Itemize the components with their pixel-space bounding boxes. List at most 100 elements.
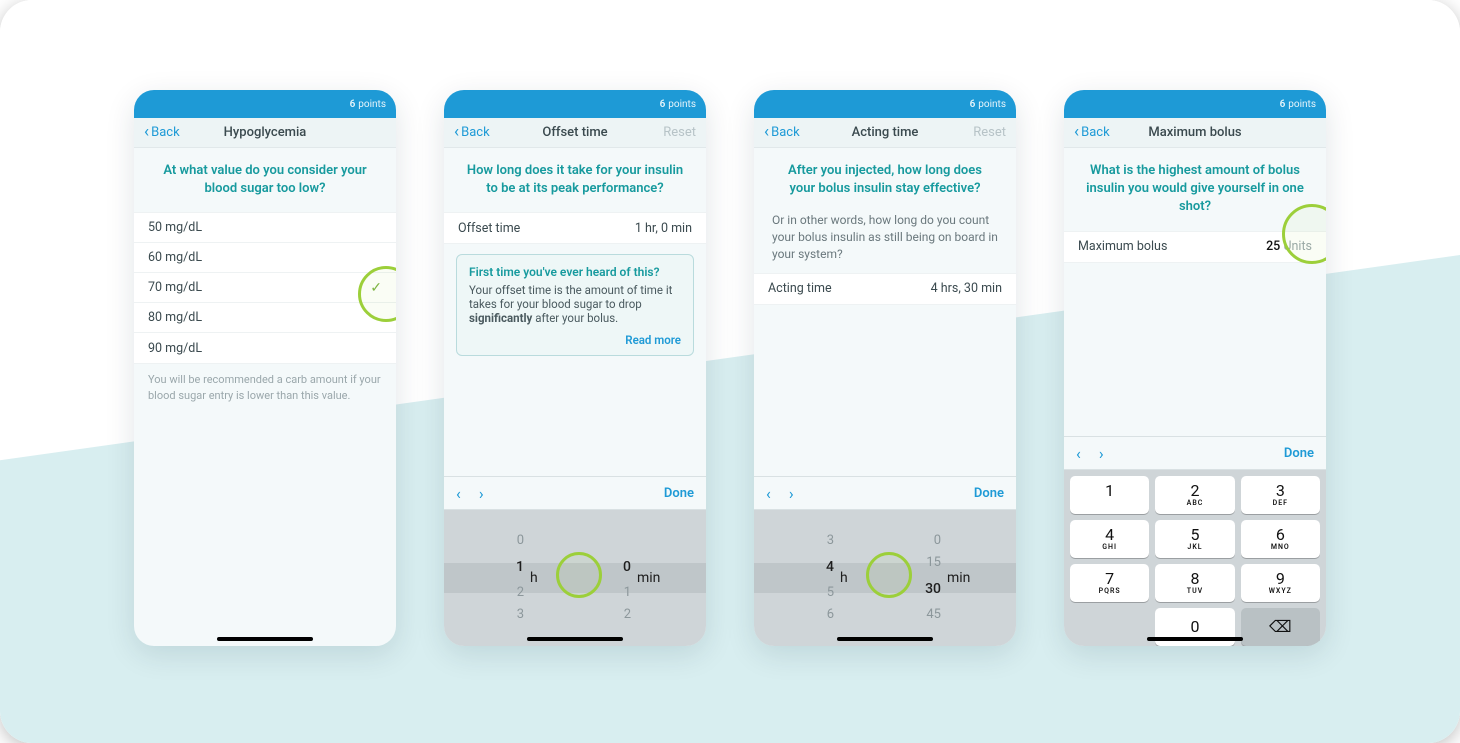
phone-offset-time: 6points ‹ Back Offset time Reset How lon… — [444, 90, 706, 646]
status-bar: 6points — [444, 90, 706, 118]
wheel-value: 0 — [483, 530, 524, 552]
option-row[interactable]: 60 mg/dL — [134, 243, 396, 273]
back-button[interactable]: ‹ Back — [454, 124, 490, 141]
question-text: How long does it take for your insulin t… — [444, 148, 706, 212]
reset-button[interactable]: Reset — [973, 125, 1006, 140]
checkmark-icon: ✓ — [370, 280, 382, 296]
back-button[interactable]: ‹ Back — [764, 124, 800, 141]
keypad-6[interactable]: 6MNO — [1241, 520, 1320, 558]
wheel-value: 6 — [793, 604, 834, 626]
option-row[interactable]: 50 mg/dL — [134, 213, 396, 243]
row-value: 4 hrs, 30 min — [931, 281, 1002, 296]
home-indicator — [527, 637, 623, 641]
hours-wheel[interactable]: 0 1 2 3 — [483, 530, 528, 626]
back-button[interactable]: ‹ Back — [144, 124, 180, 141]
numeric-keypad: 1 2ABC 3DEF 4GHI 5JKL 6MNO 7PQRS 8TUV 9W… — [1064, 470, 1326, 646]
row-value: 25 Units — [1266, 239, 1312, 254]
home-indicator — [1147, 637, 1243, 641]
accessory-arrows: ‹ › — [766, 484, 794, 503]
option-label: 80 mg/dL — [148, 310, 202, 325]
keypad-5[interactable]: 5JKL — [1155, 520, 1234, 558]
keypad-1[interactable]: 1 — [1070, 476, 1149, 514]
question-text: After you injected, how long does your b… — [754, 148, 1016, 212]
wheel-value: 45 — [900, 604, 941, 626]
accessory-arrows: ‹ › — [456, 484, 484, 503]
picker-columns: 3 4 5 6 h 0 15 30 45 min — [754, 510, 1016, 646]
accessory-arrows: ‹ › — [1076, 444, 1104, 463]
wheel-value: 2 — [590, 604, 631, 626]
sub-question-text: Or in other words, how long do you count… — [754, 212, 1016, 272]
hours-wheel[interactable]: 3 4 5 6 — [793, 530, 838, 626]
chevron-left-icon: ‹ — [1074, 124, 1079, 141]
points-value: 6 — [660, 99, 666, 110]
option-label: 70 mg/dL — [148, 280, 202, 295]
minutes-wheel[interactable]: 0 15 30 45 — [900, 530, 945, 626]
done-button[interactable]: Done — [664, 486, 694, 501]
input-accessory-bar: ‹ › Done — [1064, 436, 1326, 470]
backspace-icon: ⌫ — [1269, 619, 1292, 635]
read-more-link[interactable]: Read more — [469, 333, 681, 347]
nav-bar: ‹ Back Offset time Reset — [444, 118, 706, 148]
done-button[interactable]: Done — [974, 486, 1004, 501]
next-field-icon[interactable]: › — [479, 484, 484, 503]
info-card-body: Your offset time is the amount of time i… — [469, 283, 681, 325]
reset-button[interactable]: Reset — [663, 125, 696, 140]
prev-field-icon[interactable]: ‹ — [1076, 444, 1081, 463]
minutes-label: min — [947, 563, 977, 593]
phone-row: 6points ‹ Back Hypoglycemia At what valu… — [0, 90, 1460, 646]
wheel-value-selected: 1 — [483, 552, 524, 582]
points-value: 6 — [970, 99, 976, 110]
value-list: Acting time 4 hrs, 30 min — [754, 273, 1016, 305]
info-text: after your bolus. — [532, 311, 618, 325]
value-row[interactable]: Maximum bolus 25 Units — [1064, 232, 1326, 262]
option-row[interactable]: 90 mg/dL — [134, 333, 396, 363]
info-card-title: First time you've ever heard of this? — [469, 265, 681, 279]
back-button[interactable]: ‹ Back — [1074, 124, 1110, 141]
back-label: Back — [461, 125, 490, 140]
option-label: 50 mg/dL — [148, 220, 202, 235]
nav-bar: ‹ Back Maximum bolus — [1064, 118, 1326, 148]
prev-field-icon[interactable]: ‹ — [456, 484, 461, 503]
keypad-8[interactable]: 8TUV — [1155, 564, 1234, 602]
back-label: Back — [771, 125, 800, 140]
keypad-backspace[interactable]: ⌫ — [1241, 608, 1320, 646]
status-bar: 6points — [134, 90, 396, 118]
info-text: Your offset time is the amount of time i… — [469, 283, 672, 311]
options-list: 50 mg/dL 60 mg/dL 70 mg/dL ✓ 80 mg/dL 90… — [134, 212, 396, 364]
option-label: 60 mg/dL — [148, 250, 202, 265]
prev-field-icon[interactable]: ‹ — [766, 484, 771, 503]
row-label: Acting time — [768, 281, 832, 296]
chevron-left-icon: ‹ — [454, 124, 459, 141]
points-label: points — [1288, 99, 1316, 110]
option-row[interactable]: 70 mg/dL ✓ — [134, 273, 396, 303]
time-picker[interactable]: 3 4 5 6 h 0 15 30 45 min — [754, 510, 1016, 646]
option-row[interactable]: 80 mg/dL — [134, 303, 396, 333]
next-field-icon[interactable]: › — [789, 484, 794, 503]
next-field-icon[interactable]: › — [1099, 444, 1104, 463]
minutes-wheel[interactable]: 0 1 2 — [590, 530, 635, 626]
helper-text: You will be recommended a carb amount if… — [134, 364, 396, 411]
question-text: At what value do you consider your blood… — [134, 148, 396, 212]
points-value: 6 — [350, 99, 356, 110]
input-accessory-bar: ‹ › Done — [444, 476, 706, 510]
keypad-2[interactable]: 2ABC — [1155, 476, 1234, 514]
points-label: points — [358, 99, 386, 110]
hours-label: h — [530, 563, 560, 593]
time-picker[interactable]: 0 1 2 3 h 0 1 2 min — [444, 510, 706, 646]
keypad-9[interactable]: 9WXYZ — [1241, 564, 1320, 602]
done-button[interactable]: Done — [1284, 446, 1314, 461]
phone-maximum-bolus: 6points ‹ Back Maximum bolus What is the… — [1064, 90, 1326, 646]
wheel-value: 15 — [900, 552, 941, 574]
value-list: Maximum bolus 25 Units — [1064, 231, 1326, 263]
keypad-3[interactable]: 3DEF — [1241, 476, 1320, 514]
wheel-value: 2 — [483, 582, 524, 604]
numeric-value: 25 — [1266, 239, 1280, 254]
unit-label: Units — [1283, 239, 1312, 254]
keypad-7[interactable]: 7PQRS — [1070, 564, 1149, 602]
value-row[interactable]: Acting time 4 hrs, 30 min — [754, 274, 1016, 304]
keypad-4[interactable]: 4GHI — [1070, 520, 1149, 558]
row-value: 1 hr, 0 min — [635, 221, 692, 236]
value-row[interactable]: Offset time 1 hr, 0 min — [444, 213, 706, 243]
keypad-blank — [1070, 608, 1149, 646]
row-label: Offset time — [458, 221, 520, 236]
